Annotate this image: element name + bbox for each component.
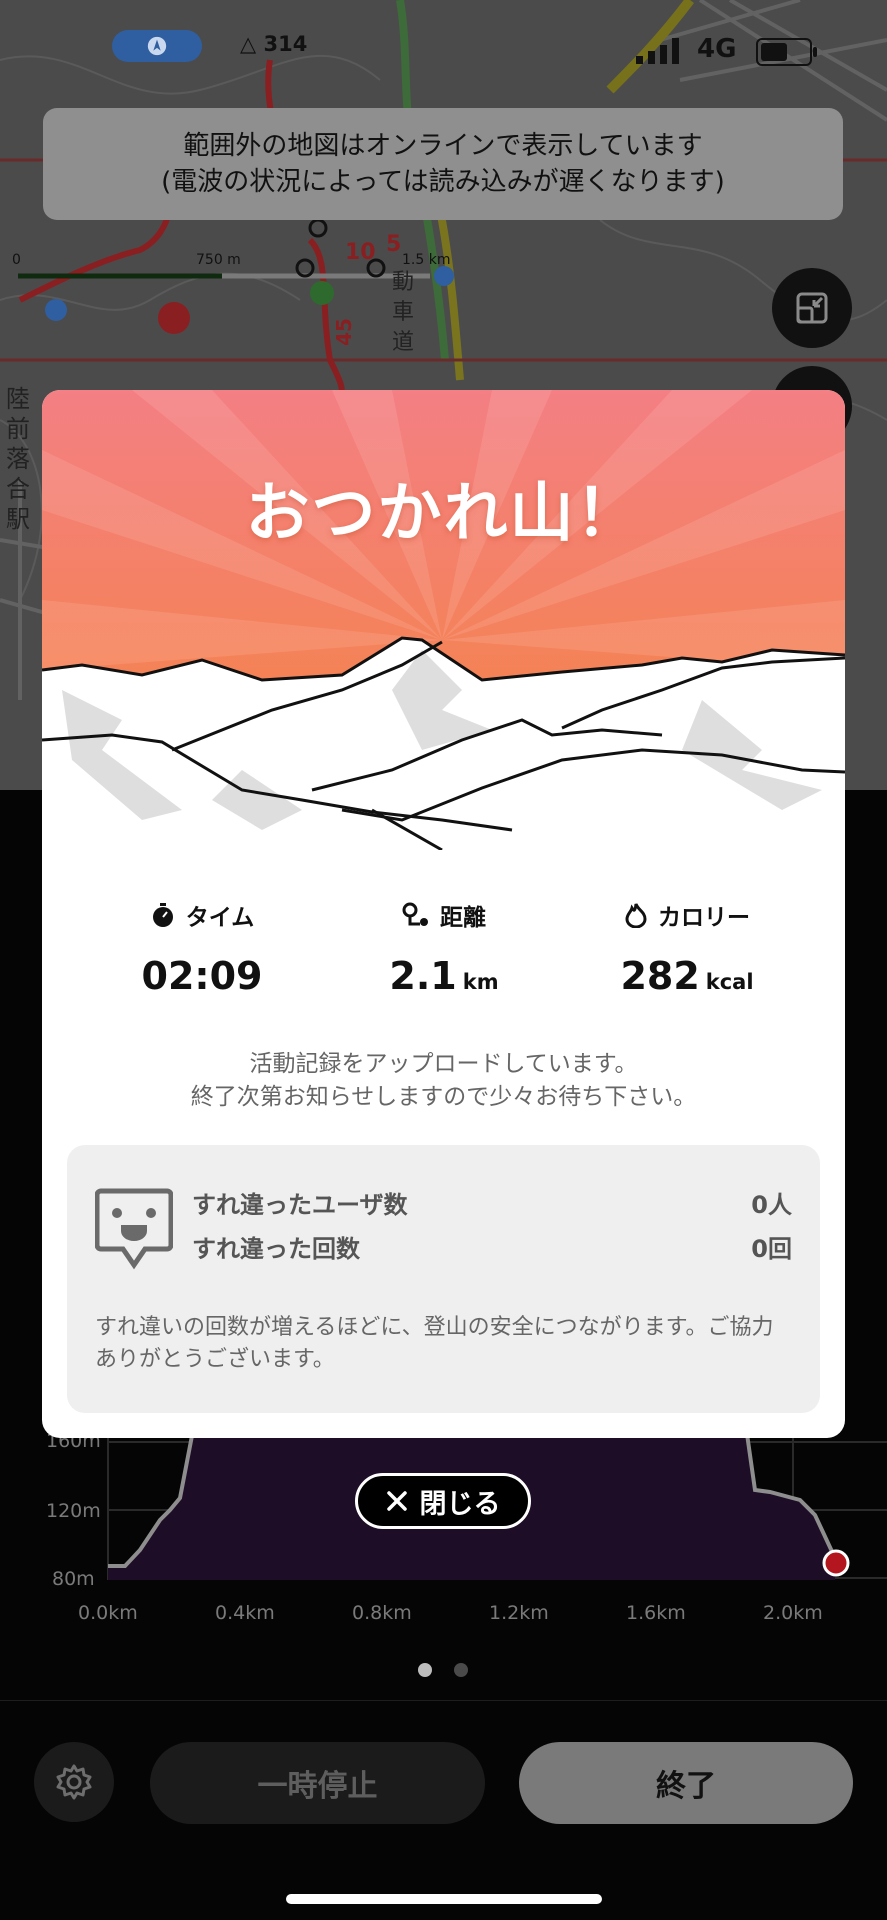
road-label-char: 動 [392,270,415,295]
altitude-value: 314 [263,32,308,56]
scale-label-1-5km: 1.5 km [402,252,451,268]
route-icon [402,902,428,926]
altitude-readout: △ 314 [240,32,307,56]
page-dot-active[interactable] [418,1663,432,1677]
shrink-icon [796,292,828,324]
dialog-title: おつかれ山！ [245,477,642,551]
station-label: 陸 前 落 合 駅 [6,384,32,534]
stat-distance: 距離 2.1 km [329,898,559,998]
flame-icon [625,903,647,928]
station-label-char: 駅 [6,505,30,533]
stat-unit: km [462,970,499,994]
fullscreen-toggle-button[interactable] [772,268,852,348]
close-button-label: 閉じる [419,1488,501,1520]
upload-line-1: 活動記録をアップロードしています。 [249,1051,638,1077]
stat-label: タイム [185,905,255,931]
stat-label: カロリー [658,905,750,931]
road-label-char: 道 [392,330,415,355]
upload-line-2: 終了次第お知らせしますので少々お待ち下さい。 [190,1084,697,1110]
y-tick-120m: 120m [46,1500,101,1522]
x-tick: 0.8km [352,1602,412,1624]
route-number-5: 5 [386,232,402,257]
divider [0,1700,887,1701]
stat-label: 距離 [440,905,486,931]
station-label-char: 落 [6,445,30,473]
stat-value: 2.1 [389,954,457,998]
page-dot[interactable] [454,1663,468,1677]
station-label-char: 前 [6,415,30,443]
completion-dialog: おつかれ山！ タイム 02:09 距離 2.1 km カロリー 282 kcal 活… [42,390,845,1438]
pass-count-row: すれ違った回数 0回 [192,1229,792,1264]
close-button[interactable]: 閉じる [355,1473,531,1529]
gear-icon [56,1764,92,1800]
x-tick: 0.4km [215,1602,275,1624]
pass-by-note: すれ違いの回数が増えるほどに、登山の安全につながります。ご協力ありがとうございま… [95,1315,774,1372]
road-label: 動 車 道 [392,268,416,358]
pass-by-info-box: すれ違ったユーザ数 0人 すれ違った回数 0回 すれ違いの回数が増えるほどに、登… [67,1145,820,1413]
pass-users-row: すれ違ったユーザ数 0人 [192,1185,792,1220]
road-label-char: 車 [392,300,415,325]
stat-calories: カロリー 282 kcal [572,898,802,998]
route-number-45: 45 [331,318,356,346]
x-tick: 1.2km [489,1602,549,1624]
location-arrow-icon [147,36,167,56]
stat-value: 02:09 [141,954,263,998]
signal-icon [636,38,688,68]
pass-users-label: すれ違ったユーザ数 [192,1191,408,1219]
scale-label-750m: 750 m [196,252,241,268]
end-button[interactable]: 終了 [519,1742,853,1824]
pass-count-value: 0回 [751,1235,792,1263]
network-type: 4G [697,34,737,64]
mountain-icon: △ [240,32,257,56]
stat-value: 282 [620,954,700,998]
mountain-illustration [42,390,845,850]
upload-message: 活動記録をアップロードしています。 終了次第お知らせしますので少々お待ち下さい。 [42,1048,845,1114]
x-tick: 1.6km [626,1602,686,1624]
close-icon [386,1491,407,1511]
banner-line-1: 範囲外の地図はオンラインで表示しています [183,131,703,161]
home-indicator[interactable] [286,1894,602,1904]
x-tick: 2.0km [763,1602,823,1624]
x-tick: 0.0km [78,1602,138,1624]
pause-button[interactable]: 一時停止 [150,1742,485,1824]
current-position-marker [822,1549,850,1577]
scale-label-0: 0 [12,252,21,268]
battery-icon [756,38,817,66]
stopwatch-icon [152,903,173,927]
face-icon [95,1188,173,1270]
route-number-10: 10 [345,240,376,265]
offline-map-banner: 範囲外の地図はオンラインで表示しています (電波の状況によっては読み込みが遅くな… [43,108,843,220]
y-tick-80m: 80m [52,1568,95,1590]
pass-count-label: すれ違った回数 [192,1235,360,1263]
pass-users-value: 0人 [751,1191,792,1219]
station-label-char: 陸 [6,385,30,413]
location-indicator [112,30,202,62]
settings-button[interactable] [34,1742,114,1822]
stat-unit: kcal [705,970,754,994]
banner-line-2: (電波の状況によっては読み込みが遅くなります) [161,167,725,197]
station-label-char: 合 [6,475,30,503]
stat-time: タイム 02:09 [87,898,317,998]
